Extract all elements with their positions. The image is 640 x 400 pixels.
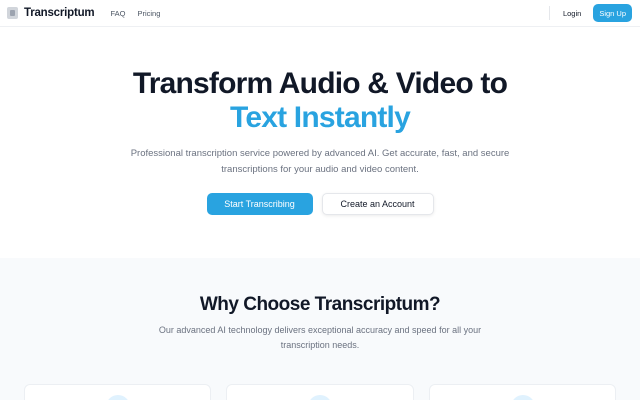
- document-icon: [7, 7, 18, 19]
- top-navbar: Transcriptum FAQ Pricing Login Sign Up: [0, 0, 640, 27]
- header-divider: [548, 6, 550, 20]
- landing-page: Transcriptum FAQ Pricing Login Sign Up T…: [0, 0, 640, 400]
- hero-title-highlight: Text Instantly: [230, 101, 411, 134]
- hero-subtitle: Professional transcription service power…: [130, 148, 510, 175]
- feature-icon: [105, 395, 130, 400]
- hero-title: Transform Audio & Video to: [132, 67, 508, 100]
- create-account-button[interactable]: Create an Account: [321, 193, 434, 215]
- hero-section: Transform Audio & Video to Text Instantl…: [0, 27, 640, 258]
- brand-name: Transcriptum: [24, 7, 95, 19]
- features-subtitle: Our advanced AI technology delivers exce…: [158, 325, 482, 350]
- feature-icon: [510, 395, 535, 400]
- feature-card: [24, 384, 211, 400]
- signup-button[interactable]: Sign Up: [593, 4, 632, 22]
- feature-card: [429, 384, 616, 400]
- nav-link-faq[interactable]: FAQ: [110, 9, 125, 18]
- auth-actions: Login Sign Up: [548, 4, 632, 22]
- feature-icon: [308, 395, 332, 400]
- main-nav: FAQ Pricing: [110, 9, 172, 18]
- feature-cards: [0, 384, 640, 400]
- feature-card: [226, 384, 414, 400]
- features-title: Why Choose Transcriptum?: [199, 294, 441, 315]
- brand[interactable]: Transcriptum: [7, 0, 95, 26]
- hero-actions: Start Transcribing Create an Account: [0, 193, 640, 215]
- nav-link-pricing[interactable]: Pricing: [137, 9, 160, 18]
- login-button[interactable]: Login: [556, 4, 588, 22]
- features-section: Why Choose Transcriptum? Our advanced AI…: [0, 258, 640, 400]
- start-transcribing-button[interactable]: Start Transcribing: [206, 193, 313, 215]
